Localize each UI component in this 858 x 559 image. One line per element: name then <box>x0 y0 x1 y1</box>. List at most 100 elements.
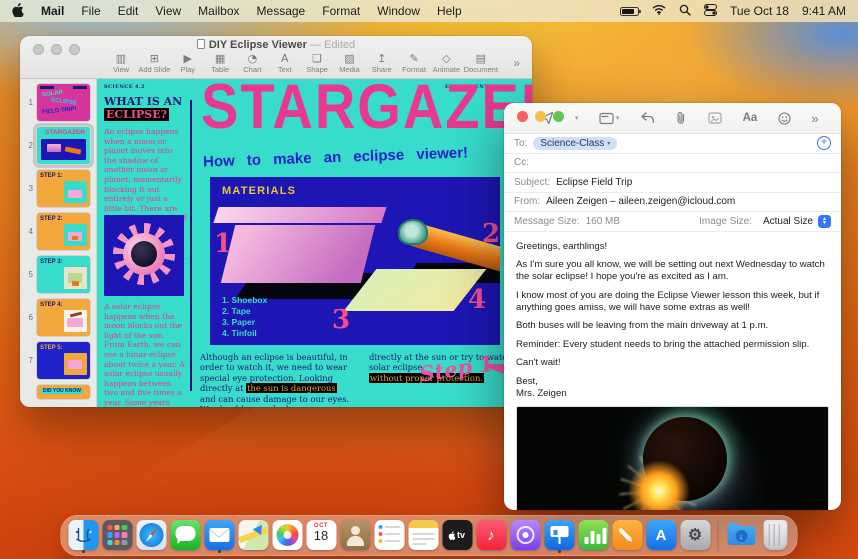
menu-date[interactable]: Tue Oct 18 <box>730 4 789 18</box>
cc-field-row[interactable]: Cc: <box>504 154 841 173</box>
dock-reminders[interactable] <box>374 518 405 553</box>
tool-animate[interactable]: ◇ Animate <box>431 52 461 74</box>
reply-button[interactable] <box>640 112 655 124</box>
battery-icon[interactable] <box>620 6 642 16</box>
menu-edit[interactable]: Edit <box>118 4 139 18</box>
tool-shape[interactable]: ❏ Shape <box>302 52 332 74</box>
thumb-step-image <box>64 353 87 375</box>
tool-play[interactable]: ▶ Play <box>173 52 203 74</box>
menu-window[interactable]: Window <box>377 4 420 18</box>
tool-media[interactable]: ▨ Media <box>334 52 364 74</box>
tool-format[interactable]: ✎ Format <box>399 52 429 74</box>
dock-photos[interactable] <box>272 518 303 553</box>
dock-maps[interactable] <box>238 518 269 553</box>
slide-thumbnail-6[interactable]: STEP 4: <box>37 299 90 336</box>
add-recipient-button[interactable]: + <box>817 136 831 151</box>
slide-number: 6 <box>28 313 33 322</box>
menu-format[interactable]: Format <box>322 4 360 18</box>
thumb-box <box>68 360 82 369</box>
slide-column-divider <box>190 100 192 391</box>
slide-thumbnail-8[interactable]: DID YOU KNOW <box>37 385 90 399</box>
dock-settings[interactable]: ⚙ <box>680 518 711 553</box>
menu-view[interactable]: View <box>155 4 181 18</box>
close-button[interactable] <box>517 111 528 122</box>
dock-safari[interactable] <box>136 518 167 553</box>
tool-add-slide[interactable]: ⊞ Add Slide <box>138 52 170 74</box>
animate-icon: ◇ <box>442 52 451 65</box>
keynote-icon <box>544 520 574 550</box>
apple-menu-icon[interactable] <box>12 2 24 20</box>
dock-mail[interactable] <box>204 518 235 553</box>
dock-music[interactable]: ♪ <box>476 518 507 553</box>
insert-photo-button[interactable] <box>708 112 722 124</box>
slide-canvas[interactable]: SCIENCE 4.2 EXPERIMENT #11 WHAT IS AN EC… <box>97 79 532 407</box>
dock-contacts[interactable] <box>340 518 371 553</box>
dock-podcasts[interactable] <box>510 518 541 553</box>
wifi-icon[interactable] <box>652 4 666 18</box>
dock-appstore[interactable]: A <box>646 518 677 553</box>
toolbar-overflow-icon[interactable]: » <box>811 111 818 126</box>
slide-thumb-row-6: 6 STEP 4: <box>23 299 93 336</box>
menu-app-name[interactable]: Mail <box>41 4 64 18</box>
emoji-button[interactable] <box>778 111 791 125</box>
attach-button[interactable] <box>675 111 687 125</box>
slide-thumbnail-7[interactable]: STEP 5: <box>37 342 90 379</box>
send-options-chevron-icon[interactable]: ▾ <box>575 114 579 122</box>
minimize-button[interactable] <box>535 111 546 122</box>
tool-document[interactable]: ▤ Document <box>464 52 498 74</box>
chart-icon: ◔ <box>247 52 258 65</box>
from-field-row[interactable]: From: Aileen Zeigen – aileen.zeigen@iclo… <box>504 193 841 212</box>
spotlight-search-icon[interactable] <box>679 4 691 19</box>
toolbar-overflow-icon[interactable]: » <box>513 56 520 70</box>
dock-messages[interactable] <box>170 518 201 553</box>
thumb-tape <box>72 236 78 240</box>
eclipse-attachment-image[interactable] <box>516 405 829 510</box>
image-size-select[interactable]: Actual Size ▲ ▼ <box>763 214 831 228</box>
tool-share[interactable]: ↥ Share <box>367 52 397 74</box>
contacts-icon <box>340 520 370 550</box>
menu-message[interactable]: Message <box>257 4 306 18</box>
slide-thumbnail-1[interactable]: SOLAR ECLIPSE FIELD TRIP! <box>37 84 90 121</box>
safari-icon <box>136 520 166 550</box>
message-body[interactable]: Greetings, earthlings! As I'm sure you a… <box>504 232 841 404</box>
dock-appletv[interactable]: tv <box>442 518 473 553</box>
thumb-deco <box>73 86 87 89</box>
tool-text[interactable]: A Text <box>270 52 300 74</box>
slide-thumbnail-3[interactable]: STEP 1: <box>37 170 90 207</box>
slide-thumbnail-4[interactable]: STEP 2: <box>37 213 90 250</box>
mail-toolbar: ▾ ▾ Aa » <box>504 103 841 134</box>
dock-pages[interactable] <box>612 518 643 553</box>
dock-notes[interactable] <box>408 518 439 553</box>
format-fonts-button[interactable]: Aa <box>743 112 758 124</box>
slide-thumbnail-5[interactable]: STEP 3: <box>37 256 90 293</box>
tool-chart[interactable]: ◔ Chart <box>237 52 267 74</box>
zoom-button[interactable] <box>553 111 564 122</box>
keynote-window: DIY Eclipse Viewer — Edited ▥ View ⊞ Add S… <box>20 36 532 407</box>
menu-mailbox[interactable]: Mailbox <box>198 4 239 18</box>
menu-help[interactable]: Help <box>437 4 462 18</box>
thumb-box <box>68 190 82 198</box>
subject-field-row[interactable]: Subject: Eclipse Field Trip <box>504 173 841 193</box>
tool-view[interactable]: ▥ View <box>106 52 136 74</box>
dock-keynote[interactable] <box>544 518 575 553</box>
slide-number: 1 <box>28 98 33 107</box>
to-field-row[interactable]: To: Science-Class ▾ + <box>504 134 841 154</box>
tape-illustration <box>398 219 428 245</box>
menu-time[interactable]: 9:41 AM <box>802 4 846 18</box>
dock-trash[interactable] <box>760 518 791 553</box>
shoebox-lid <box>213 207 387 223</box>
dock-calendar[interactable]: OCT 18 <box>306 518 337 553</box>
dock-launchpad[interactable] <box>102 518 133 553</box>
body-paragraph: Both buses will be leaving from the main… <box>516 320 769 331</box>
dock-downloads[interactable]: ↓ <box>726 518 757 553</box>
cc-label: Cc: <box>514 157 529 169</box>
dock-finder[interactable] <box>68 518 99 553</box>
slide-thumbnail-2-selected[interactable]: STARGAZER <box>33 123 94 168</box>
header-fields-button[interactable]: ▾ <box>599 112 619 125</box>
recipient-token[interactable]: Science-Class ▾ <box>533 136 618 150</box>
control-center-icon[interactable] <box>704 3 718 19</box>
menu-file[interactable]: File <box>81 4 100 18</box>
dock-numbers[interactable] <box>578 518 609 553</box>
tool-table[interactable]: ▦ Table <box>205 52 235 74</box>
thumb-materials-box <box>41 139 86 160</box>
